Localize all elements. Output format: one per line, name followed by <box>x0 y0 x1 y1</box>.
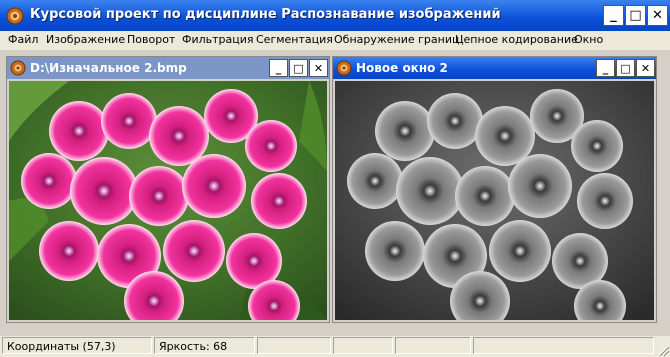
brightness-text: Яркость: 68 <box>159 340 228 353</box>
new-window-title: Новое окно 2 <box>356 61 448 75</box>
new-window-2[interactable]: Новое окно 2 _ □ ✕ <box>332 56 657 323</box>
status-panel-empty <box>333 337 393 354</box>
window-app-icon <box>336 60 352 76</box>
menu-file[interactable]: Файл <box>8 33 38 46</box>
original-image-window[interactable]: D:\Изначальное 2.bmp _ □ ✕ <box>6 56 330 323</box>
original-close-button[interactable]: ✕ <box>309 59 328 77</box>
app-title: Курсовой проект по дисциплине Распознава… <box>30 7 501 22</box>
resize-grip-icon[interactable] <box>657 344 669 356</box>
maximize-icon: □ <box>629 8 642 23</box>
status-panel-empty <box>395 337 471 354</box>
status-brightness: Яркость: 68 <box>154 337 255 354</box>
grayscale-flowers-photo <box>335 81 654 320</box>
status-panel-empty <box>473 337 654 354</box>
minimize-icon: _ <box>275 61 282 75</box>
new-window-title-bar[interactable]: Новое окно 2 _ □ ✕ <box>333 57 656 79</box>
close-icon: ✕ <box>313 61 324 75</box>
minimize-icon: _ <box>602 61 609 75</box>
minimize-button[interactable]: _ <box>603 5 624 26</box>
original-window-title: D:\Изначальное 2.bmp <box>30 61 187 75</box>
new-window-close-button[interactable]: ✕ <box>636 59 655 77</box>
status-coordinates: Координаты (57,3) <box>2 337 152 354</box>
main-title-bar[interactable]: Курсовой проект по дисциплине Распознава… <box>0 0 670 31</box>
app-icon <box>6 7 24 25</box>
new-window-maximize-button[interactable]: □ <box>616 59 635 77</box>
menu-edge-detection[interactable]: Обнаружение границ <box>334 33 459 46</box>
status-bar: Координаты (57,3) Яркость: 68 <box>0 336 670 357</box>
original-maximize-button[interactable]: □ <box>289 59 308 77</box>
maximize-button[interactable]: □ <box>625 5 646 26</box>
close-icon: ✕ <box>640 61 651 75</box>
status-panel-empty <box>257 337 331 354</box>
menu-bar: Файл Изображение Поворот Фильтрация Сегм… <box>0 31 670 50</box>
original-image-canvas[interactable] <box>9 81 327 320</box>
menu-rotate[interactable]: Поворот <box>127 33 175 46</box>
menu-image[interactable]: Изображение <box>46 33 125 46</box>
original-minimize-button[interactable]: _ <box>269 59 288 77</box>
menu-segmentation[interactable]: Сегментация <box>256 33 333 46</box>
menu-window[interactable]: Окно <box>574 33 603 46</box>
original-image-title-bar[interactable]: D:\Изначальное 2.bmp _ □ ✕ <box>7 57 329 79</box>
minimize-icon: _ <box>610 8 617 23</box>
close-button[interactable]: ✕ <box>647 5 668 26</box>
new-window-minimize-button[interactable]: _ <box>596 59 615 77</box>
main-window: Курсовой проект по дисциплине Распознава… <box>0 0 670 357</box>
mdi-area: D:\Изначальное 2.bmp _ □ ✕ Новое окно 2 … <box>0 50 670 325</box>
menu-chain-coding[interactable]: Цепное кодирование <box>455 33 578 46</box>
maximize-icon: □ <box>293 61 304 75</box>
pink-sweet-william-flowers-photo <box>9 81 327 320</box>
window-app-icon <box>10 60 26 76</box>
menu-filtering[interactable]: Фильтрация <box>182 33 254 46</box>
processed-image-canvas[interactable] <box>335 81 654 320</box>
coordinates-text: Координаты (57,3) <box>7 340 116 353</box>
close-icon: ✕ <box>652 8 663 23</box>
maximize-icon: □ <box>620 61 631 75</box>
